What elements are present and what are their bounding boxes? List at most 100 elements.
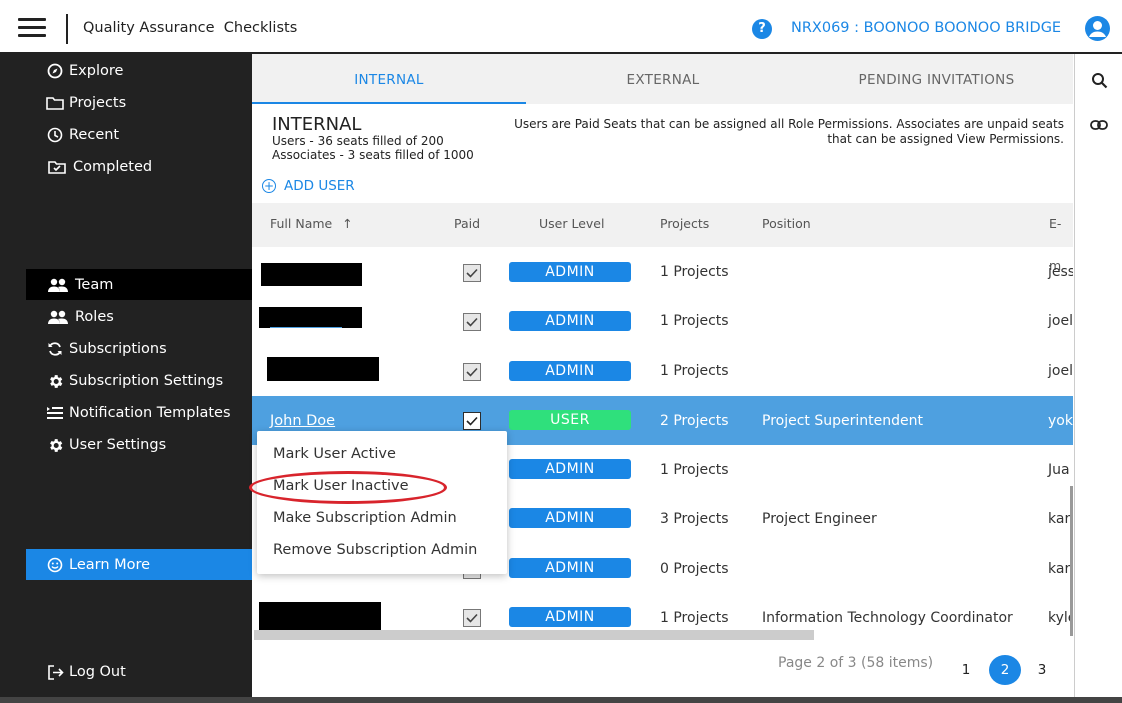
sidebar-item-team[interactable]: Team bbox=[46, 271, 113, 299]
project-name[interactable]: NRX069 : BOONOO BOONOO BRIDGE bbox=[791, 20, 1061, 36]
user-level-badge[interactable]: ADMIN bbox=[509, 311, 631, 331]
link-icon[interactable] bbox=[1090, 116, 1108, 135]
window-bottom-edge bbox=[0, 697, 1122, 703]
column-header-full-name[interactable]: Full Name ↑ bbox=[270, 203, 353, 247]
email-cell: jess bbox=[1048, 263, 1073, 280]
sidebar-item-label: Subscriptions bbox=[69, 341, 167, 357]
header-divider bbox=[66, 14, 68, 44]
sidebar-item-roles[interactable]: Roles bbox=[46, 303, 114, 331]
paid-checkbox[interactable] bbox=[463, 363, 481, 381]
redacted-name bbox=[261, 263, 362, 286]
menu-item-remove-subscription-admin[interactable]: Remove Subscription Admin bbox=[257, 534, 507, 566]
column-header-paid[interactable]: Paid bbox=[454, 203, 480, 247]
user-level-badge[interactable]: ADMIN bbox=[509, 558, 631, 578]
page-button-2[interactable]: 2 bbox=[989, 655, 1021, 685]
sidebar-item-subscription-settings[interactable]: Subscription Settings bbox=[46, 367, 223, 395]
horizontal-scrollbar[interactable] bbox=[254, 630, 814, 640]
learn-more-label: Learn More bbox=[69, 556, 151, 573]
pagination-summary: Page 2 of 3 (58 items) bbox=[778, 655, 934, 671]
tab-bar: INTERNAL EXTERNAL PENDING INVITATIONS bbox=[252, 54, 1073, 104]
column-header-user-level[interactable]: User Level bbox=[539, 203, 604, 247]
position-cell: Project Superintendent bbox=[762, 412, 923, 429]
search-icon[interactable] bbox=[1091, 72, 1108, 93]
seat-info-text: Users are Paid Seats that can be assigne… bbox=[514, 117, 1064, 146]
projects-count: 1 Projects bbox=[660, 461, 729, 478]
tab-internal[interactable]: INTERNAL bbox=[252, 54, 526, 104]
paid-checkbox[interactable] bbox=[463, 313, 481, 331]
list-icon bbox=[46, 404, 64, 422]
tab-pending-invitations[interactable]: PENDING INVITATIONS bbox=[800, 54, 1073, 104]
menu-item-mark-user-inactive[interactable]: Mark User Inactive bbox=[257, 470, 507, 502]
user-avatar-icon[interactable] bbox=[1085, 16, 1110, 41]
email-cell: kar bbox=[1048, 560, 1071, 577]
column-header-projects[interactable]: Projects bbox=[660, 203, 709, 247]
sidebar-item-label: Team bbox=[75, 277, 114, 293]
page-button-1[interactable]: 1 bbox=[950, 655, 982, 685]
add-user-button[interactable]: + ADD USER bbox=[262, 178, 355, 194]
tab-external[interactable]: EXTERNAL bbox=[526, 54, 800, 104]
user-level-badge[interactable]: ADMIN bbox=[509, 459, 631, 479]
user-level-badge[interactable]: ADMIN bbox=[509, 361, 631, 381]
hamburger-menu-icon[interactable] bbox=[18, 18, 46, 38]
sidebar-item-recent[interactable]: Recent bbox=[46, 121, 119, 149]
projects-count: 2 Projects bbox=[660, 412, 729, 429]
table-row[interactable]: ADMIN 1 Projects joel bbox=[252, 346, 1073, 395]
sidebar-item-label: Completed bbox=[73, 159, 153, 175]
paid-checkbox[interactable] bbox=[463, 412, 481, 430]
sidebar-item-label: Explore bbox=[69, 63, 124, 79]
sort-ascending-icon: ↑ bbox=[342, 216, 353, 231]
page-button-3[interactable]: 3 bbox=[1026, 655, 1058, 685]
associates-seat-count: Associates - 3 seats filled of 1000 bbox=[272, 148, 474, 162]
table-row[interactable]: ADMIN 1 Projects jess bbox=[252, 247, 1073, 296]
top-bar: Quality Assurance Checklists ? NRX069 : … bbox=[0, 0, 1122, 54]
projects-count: 0 Projects bbox=[660, 560, 729, 577]
vertical-scrollbar[interactable] bbox=[1070, 486, 1073, 636]
add-user-label: ADD USER bbox=[284, 178, 355, 194]
menu-item-mark-user-active[interactable]: Mark User Active bbox=[257, 438, 507, 470]
sidebar-item-label: User Settings bbox=[69, 437, 167, 453]
projects-count: 1 Projects bbox=[660, 263, 729, 280]
logout-button[interactable]: Log Out bbox=[46, 658, 126, 686]
sidebar: Explore Projects Recent Completed Team R… bbox=[0, 54, 252, 703]
users-seat-count: Users - 36 seats filled of 200 bbox=[272, 134, 444, 148]
table-row[interactable]: ADMIN 1 Projects joel bbox=[252, 296, 1073, 345]
logout-label: Log Out bbox=[69, 664, 126, 680]
user-name-link[interactable]: John Doe bbox=[270, 413, 335, 429]
user-level-badge[interactable]: ADMIN bbox=[509, 262, 631, 282]
help-icon[interactable]: ? bbox=[752, 19, 772, 39]
sidebar-item-label: Projects bbox=[69, 95, 127, 111]
compass-icon bbox=[46, 62, 64, 80]
column-header-position[interactable]: Position bbox=[762, 203, 811, 247]
user-level-badge[interactable]: ADMIN bbox=[509, 607, 631, 627]
position-cell: Project Engineer bbox=[762, 510, 877, 527]
email-cell: joel bbox=[1048, 362, 1073, 379]
menu-item-make-subscription-admin[interactable]: Make Subscription Admin bbox=[257, 502, 507, 534]
email-cell: kar bbox=[1048, 510, 1071, 527]
sidebar-item-explore[interactable]: Explore bbox=[46, 57, 123, 85]
name-link-underline bbox=[270, 327, 342, 328]
user-level-badge[interactable]: USER bbox=[509, 410, 631, 430]
people-icon bbox=[46, 308, 70, 326]
logout-icon bbox=[46, 663, 64, 681]
folder-check-icon bbox=[46, 158, 68, 176]
projects-count: 1 Projects bbox=[660, 362, 729, 379]
sidebar-item-subscriptions[interactable]: Subscriptions bbox=[46, 335, 167, 363]
column-header-email[interactable]: E-m bbox=[1049, 203, 1073, 273]
app-title: Quality Assurance Checklists bbox=[83, 20, 298, 36]
user-level-badge[interactable]: ADMIN bbox=[509, 508, 631, 528]
people-icon bbox=[46, 276, 70, 294]
redacted-name bbox=[259, 307, 362, 328]
paid-checkbox[interactable] bbox=[463, 609, 481, 627]
sidebar-item-user-settings[interactable]: User Settings bbox=[46, 431, 166, 459]
learn-more-button[interactable]: Learn More bbox=[26, 549, 252, 580]
paid-checkbox[interactable] bbox=[463, 264, 481, 282]
refresh-icon bbox=[46, 340, 64, 358]
right-rail bbox=[1074, 54, 1122, 703]
sidebar-item-label: Subscription Settings bbox=[69, 373, 224, 389]
sidebar-item-notification-templates[interactable]: Notification Templates bbox=[46, 399, 231, 427]
email-cell: joel bbox=[1048, 312, 1073, 329]
sidebar-item-projects[interactable]: Projects bbox=[46, 89, 126, 117]
redacted-name bbox=[259, 602, 381, 630]
sidebar-item-completed[interactable]: Completed bbox=[46, 153, 152, 181]
projects-count: 3 Projects bbox=[660, 510, 729, 527]
